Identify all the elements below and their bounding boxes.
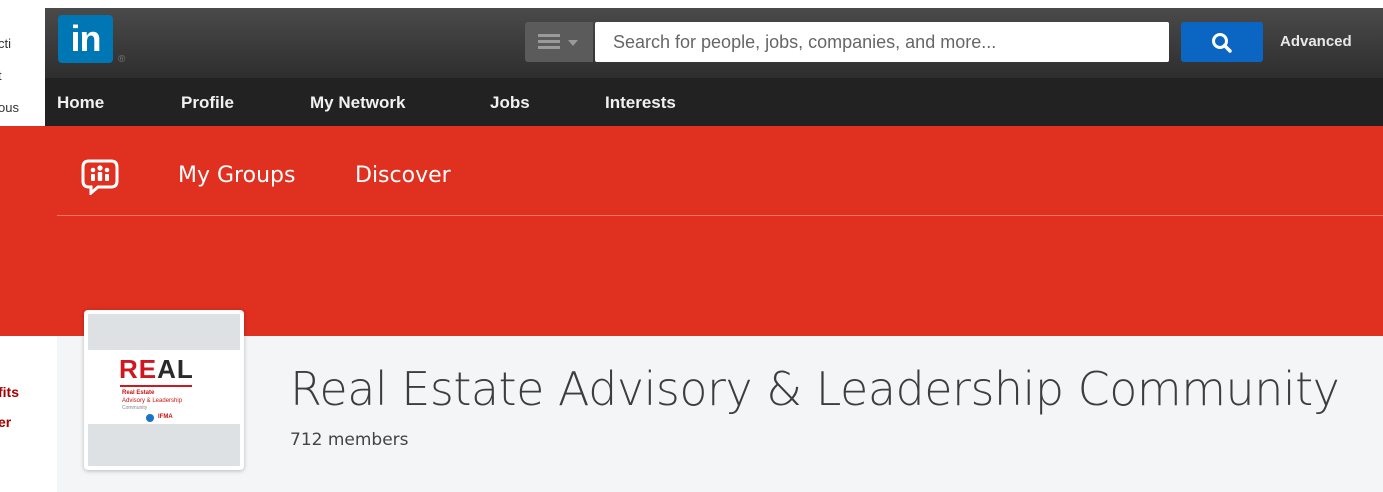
registered-mark: ® bbox=[118, 54, 126, 65]
discover-link[interactable]: Discover bbox=[355, 163, 451, 188]
underlay-text: t bbox=[0, 68, 2, 83]
nav-item-my-network[interactable]: My Network bbox=[310, 93, 405, 113]
banner-divider bbox=[57, 215, 1383, 216]
nav-item-jobs[interactable]: Jobs bbox=[490, 93, 530, 113]
nav-item-home[interactable]: Home bbox=[57, 93, 104, 113]
group-title: Real Estate Advisory & Leadership Commun… bbox=[290, 362, 1340, 416]
search-button[interactable] bbox=[1181, 22, 1263, 62]
underlay-link[interactable]: er bbox=[0, 414, 11, 430]
advanced-search-link[interactable]: Advanced bbox=[1280, 33, 1352, 50]
search-icon bbox=[1212, 33, 1232, 53]
group-logo-text: Community bbox=[122, 405, 148, 411]
main-nav: Home Profile My Network Jobs Interests bbox=[45, 78, 1383, 126]
linkedin-logo[interactable]: in bbox=[58, 15, 113, 63]
groups-banner: My Groups Discover bbox=[0, 126, 1383, 336]
groups-chat-icon[interactable] bbox=[81, 159, 119, 195]
search-category-menu-button[interactable] bbox=[525, 22, 593, 62]
caret-down-icon bbox=[568, 40, 578, 46]
my-groups-link[interactable]: My Groups bbox=[178, 163, 295, 188]
group-logo[interactable]: REAL Real Estate Advisory & Leadership C… bbox=[84, 310, 244, 470]
ifma-logo-icon bbox=[146, 414, 154, 422]
member-count[interactable]: 712 members bbox=[290, 430, 409, 450]
group-logo-wordmark: REAL bbox=[119, 354, 194, 384]
underlay-link[interactable]: fits bbox=[0, 384, 19, 400]
nav-item-profile[interactable]: Profile bbox=[181, 93, 234, 113]
group-logo-badge-text: IFMA bbox=[158, 414, 173, 420]
underlay-text: ous bbox=[0, 100, 19, 115]
group-logo-text: Advisory & Leadership bbox=[122, 398, 183, 404]
top-header: in ® Advanced bbox=[45, 8, 1383, 78]
underlay-text: cti bbox=[0, 36, 11, 51]
nav-item-interests[interactable]: Interests bbox=[605, 93, 676, 113]
group-logo-text: Real Estate bbox=[122, 390, 155, 396]
search-input[interactable] bbox=[595, 22, 1169, 62]
hamburger-menu-icon bbox=[538, 34, 560, 50]
